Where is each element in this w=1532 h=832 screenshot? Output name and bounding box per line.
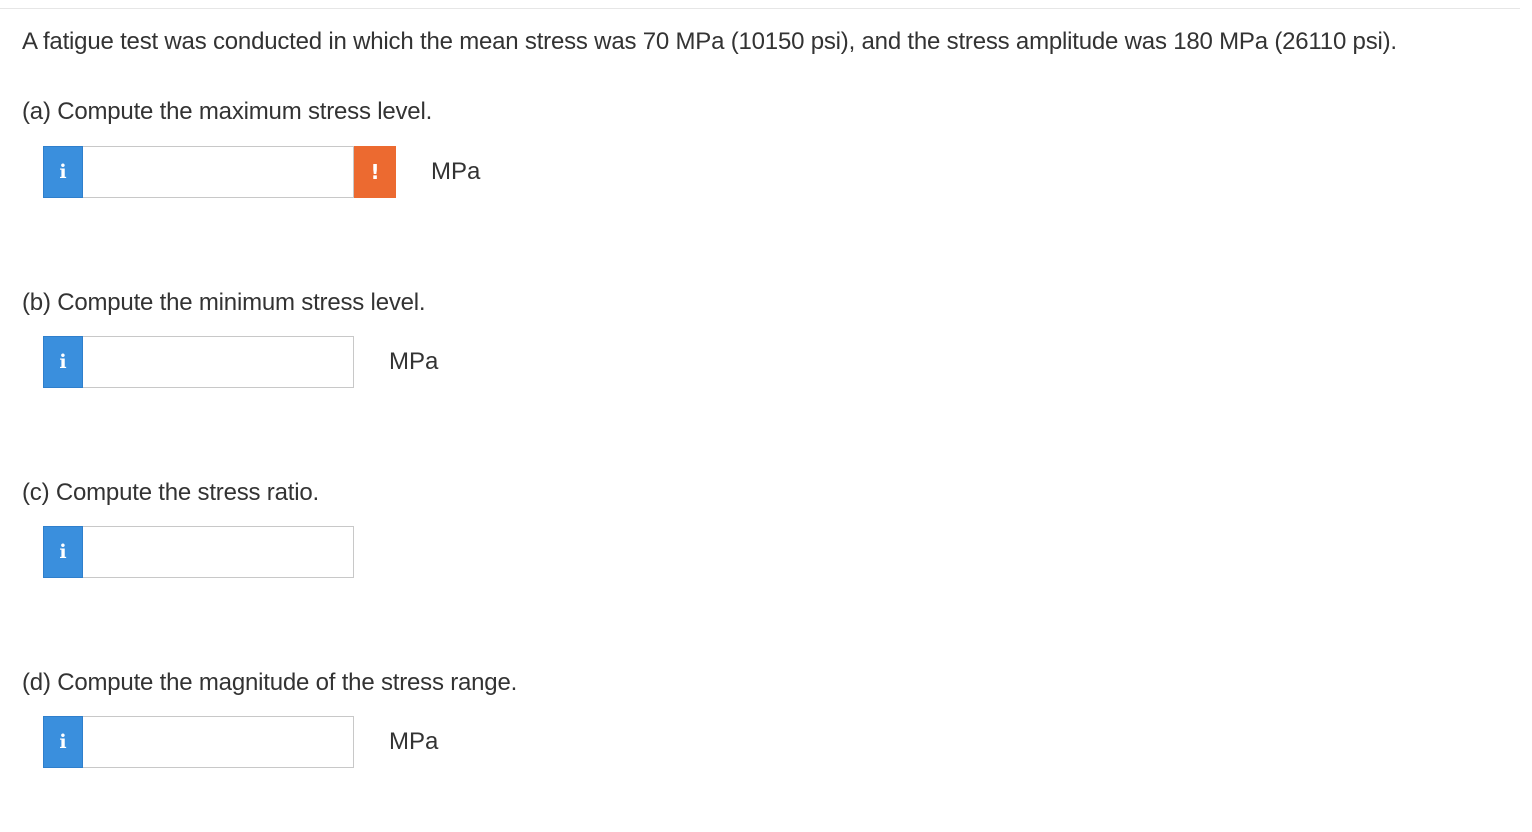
answer-input-c[interactable]: [83, 526, 354, 578]
question-c-label: (c) Compute the stress ratio.: [22, 479, 319, 506]
answer-row-a: i ! MPa: [43, 146, 480, 198]
question-b-label: (b) Compute the minimum stress level.: [22, 289, 426, 316]
answer-input-b[interactable]: [83, 336, 354, 388]
question-d-label: (d) Compute the magnitude of the stress …: [22, 669, 518, 696]
unit-label-a: MPa: [431, 158, 481, 185]
warning-glyph: !: [370, 160, 380, 184]
info-glyph: i: [59, 731, 67, 753]
info-icon[interactable]: i: [43, 526, 83, 578]
info-glyph: i: [59, 541, 67, 563]
info-icon[interactable]: i: [43, 336, 83, 388]
question-a-label: (a) Compute the maximum stress level.: [22, 98, 433, 125]
info-glyph: i: [59, 351, 67, 373]
unit-label-d: MPa: [389, 728, 439, 755]
info-icon[interactable]: i: [43, 146, 83, 198]
top-divider: [0, 8, 1520, 9]
answer-row-b: i MPa: [43, 336, 438, 388]
info-icon[interactable]: i: [43, 716, 83, 768]
info-glyph: i: [59, 161, 67, 183]
answer-input-a[interactable]: [83, 146, 354, 198]
answer-row-c: i: [43, 526, 354, 578]
unit-label-b: MPa: [389, 348, 439, 375]
warning-icon[interactable]: !: [354, 146, 396, 198]
answer-input-d[interactable]: [83, 716, 354, 768]
problem-statement: A fatigue test was conducted in which th…: [22, 28, 1397, 55]
answer-row-d: i MPa: [43, 716, 438, 768]
